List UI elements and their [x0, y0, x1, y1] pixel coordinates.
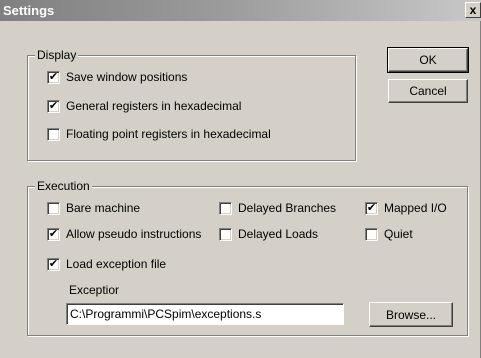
display-group-label: Display	[35, 48, 79, 62]
checkbox-label: Delayed Loads	[238, 227, 319, 241]
settings-dialog: Settings x Display ✔ Save window positio…	[0, 0, 481, 358]
checkbox-box[interactable]	[365, 227, 378, 241]
mapped-io-checkbox[interactable]: ✔ Mapped I/O	[365, 200, 447, 216]
allow-pseudo-instructions-checkbox[interactable]: ✔ Allow pseudo instructions	[47, 226, 201, 242]
save-window-positions-checkbox[interactable]: ✔ Save window positions	[47, 69, 187, 85]
checkbox-label: Delayed Branches	[238, 201, 337, 215]
checkmark-icon: ✔	[48, 99, 59, 112]
exception-file-label: Exceptior	[69, 283, 120, 297]
bare-machine-checkbox[interactable]: Bare machine	[47, 200, 140, 216]
exception-file-input[interactable]	[66, 303, 344, 325]
checkmark-icon: ✔	[48, 257, 59, 270]
checkbox-box[interactable]	[219, 201, 232, 215]
checkbox-box[interactable]	[47, 127, 60, 141]
checkbox-box[interactable]: ✔	[47, 227, 60, 241]
checkbox-box[interactable]	[219, 227, 232, 241]
checkbox-label: Quiet	[384, 227, 413, 241]
quiet-checkbox[interactable]: Quiet	[365, 226, 413, 242]
checkbox-label: Bare machine	[66, 201, 141, 215]
load-exception-file-checkbox[interactable]: ✔ Load exception file	[47, 256, 166, 272]
checkbox-box[interactable]: ✔	[47, 70, 60, 84]
execution-group-label: Execution	[35, 179, 92, 193]
floating-point-registers-hex-checkbox[interactable]: Floating point registers in hexadecimal	[47, 126, 271, 142]
title-bar[interactable]: Settings x	[0, 0, 481, 21]
checkbox-box[interactable]	[47, 201, 60, 215]
checkbox-label: Allow pseudo instructions	[66, 227, 202, 241]
window-title: Settings	[3, 3, 55, 18]
cancel-button[interactable]: Cancel	[388, 79, 468, 103]
checkbox-label: General registers in hexadecimal	[66, 99, 242, 113]
checkbox-label: Mapped I/O	[384, 201, 447, 215]
checkmark-icon: ✔	[48, 70, 59, 83]
checkmark-icon: ✔	[48, 227, 59, 240]
checkbox-label: Save window positions	[66, 70, 188, 84]
checkbox-box[interactable]: ✔	[47, 99, 60, 113]
browse-button[interactable]: Browse...	[369, 302, 453, 327]
checkbox-label: Floating point registers in hexadecimal	[66, 127, 271, 141]
close-icon[interactable]: x	[465, 2, 481, 18]
checkbox-box[interactable]: ✔	[365, 201, 378, 215]
checkbox-box[interactable]: ✔	[47, 257, 60, 271]
checkbox-label: Load exception file	[66, 257, 167, 271]
delayed-loads-checkbox[interactable]: Delayed Loads	[219, 226, 318, 242]
checkmark-icon: ✔	[366, 201, 377, 214]
general-registers-hex-checkbox[interactable]: ✔ General registers in hexadecimal	[47, 98, 241, 114]
delayed-branches-checkbox[interactable]: Delayed Branches	[219, 200, 336, 216]
ok-button[interactable]: OK	[387, 47, 469, 73]
